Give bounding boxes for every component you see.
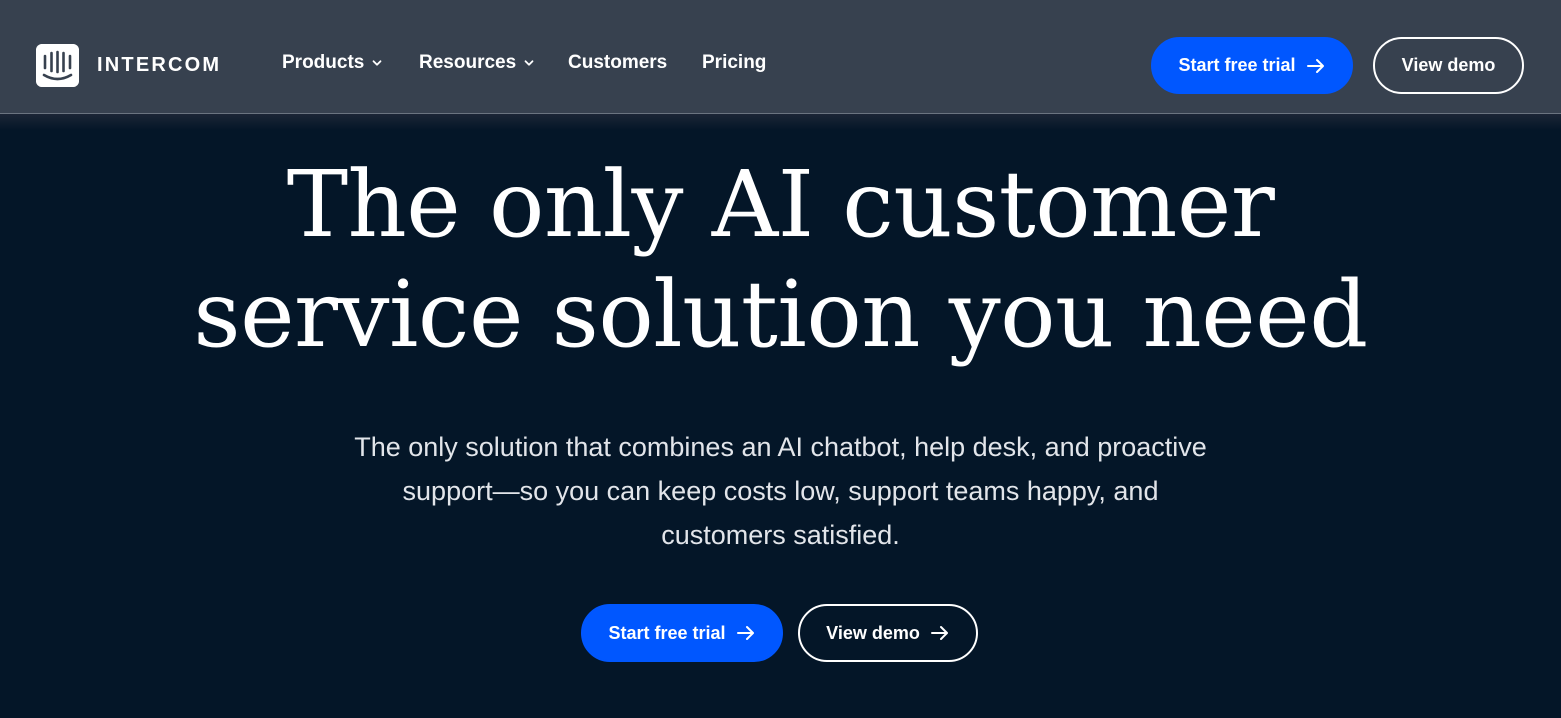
header-shadow bbox=[0, 114, 1561, 130]
arrow-right-icon bbox=[1306, 58, 1324, 73]
header-view-demo-button[interactable]: View demo bbox=[1373, 37, 1524, 94]
header-start-free-trial-button[interactable]: Start free trial bbox=[1151, 37, 1353, 94]
hero-subtitle-line-2: support—so you can keep costs low, suppo… bbox=[402, 476, 1159, 506]
nav-item-label: Resources bbox=[419, 52, 517, 73]
nav-item-customers[interactable]: Customers bbox=[568, 52, 702, 74]
chevron-down-icon bbox=[524, 60, 534, 66]
brand-wordmark: INTERCOM bbox=[97, 54, 222, 76]
button-label: View demo bbox=[826, 622, 920, 643]
button-label: Start free trial bbox=[1178, 55, 1296, 75]
hero-subtitle: The only solution that combines an AI ch… bbox=[280, 425, 1281, 557]
nav-item-label: Pricing bbox=[702, 52, 767, 73]
button-label: View demo bbox=[1401, 55, 1496, 75]
nav-item-label: Products bbox=[282, 52, 365, 73]
hero-heading-line-1: The only AI customer bbox=[286, 151, 1275, 258]
intercom-logo-link[interactable]: INTERCOM bbox=[36, 44, 221, 87]
hero-start-free-trial-button[interactable]: Start free trial bbox=[581, 604, 783, 662]
hero-subtitle-line-1: The only solution that combines an AI ch… bbox=[354, 432, 1207, 462]
hero-subtitle-line-3: customers satisfied. bbox=[661, 520, 900, 550]
nav-item-label: Customers bbox=[568, 52, 668, 73]
main-nav: Products Resources Customers Pricing bbox=[282, 52, 766, 74]
arrow-right-icon bbox=[736, 626, 754, 640]
button-label: Start free trial bbox=[608, 622, 726, 643]
top-navigation-bar: INTERCOM Products Resources Customers Pr… bbox=[0, 0, 1561, 114]
chevron-down-icon bbox=[372, 60, 382, 66]
arrow-right-icon bbox=[930, 626, 948, 640]
hero-heading-line-2: service solution you need bbox=[193, 261, 1368, 368]
nav-item-pricing[interactable]: Pricing bbox=[702, 52, 766, 74]
intercom-logo-icon bbox=[36, 44, 79, 87]
hero-view-demo-button[interactable]: View demo bbox=[798, 604, 978, 662]
nav-item-products[interactable]: Products bbox=[282, 52, 419, 74]
nav-item-resources[interactable]: Resources bbox=[419, 52, 568, 74]
hero-heading: The only AI customer service solution yo… bbox=[0, 150, 1561, 370]
